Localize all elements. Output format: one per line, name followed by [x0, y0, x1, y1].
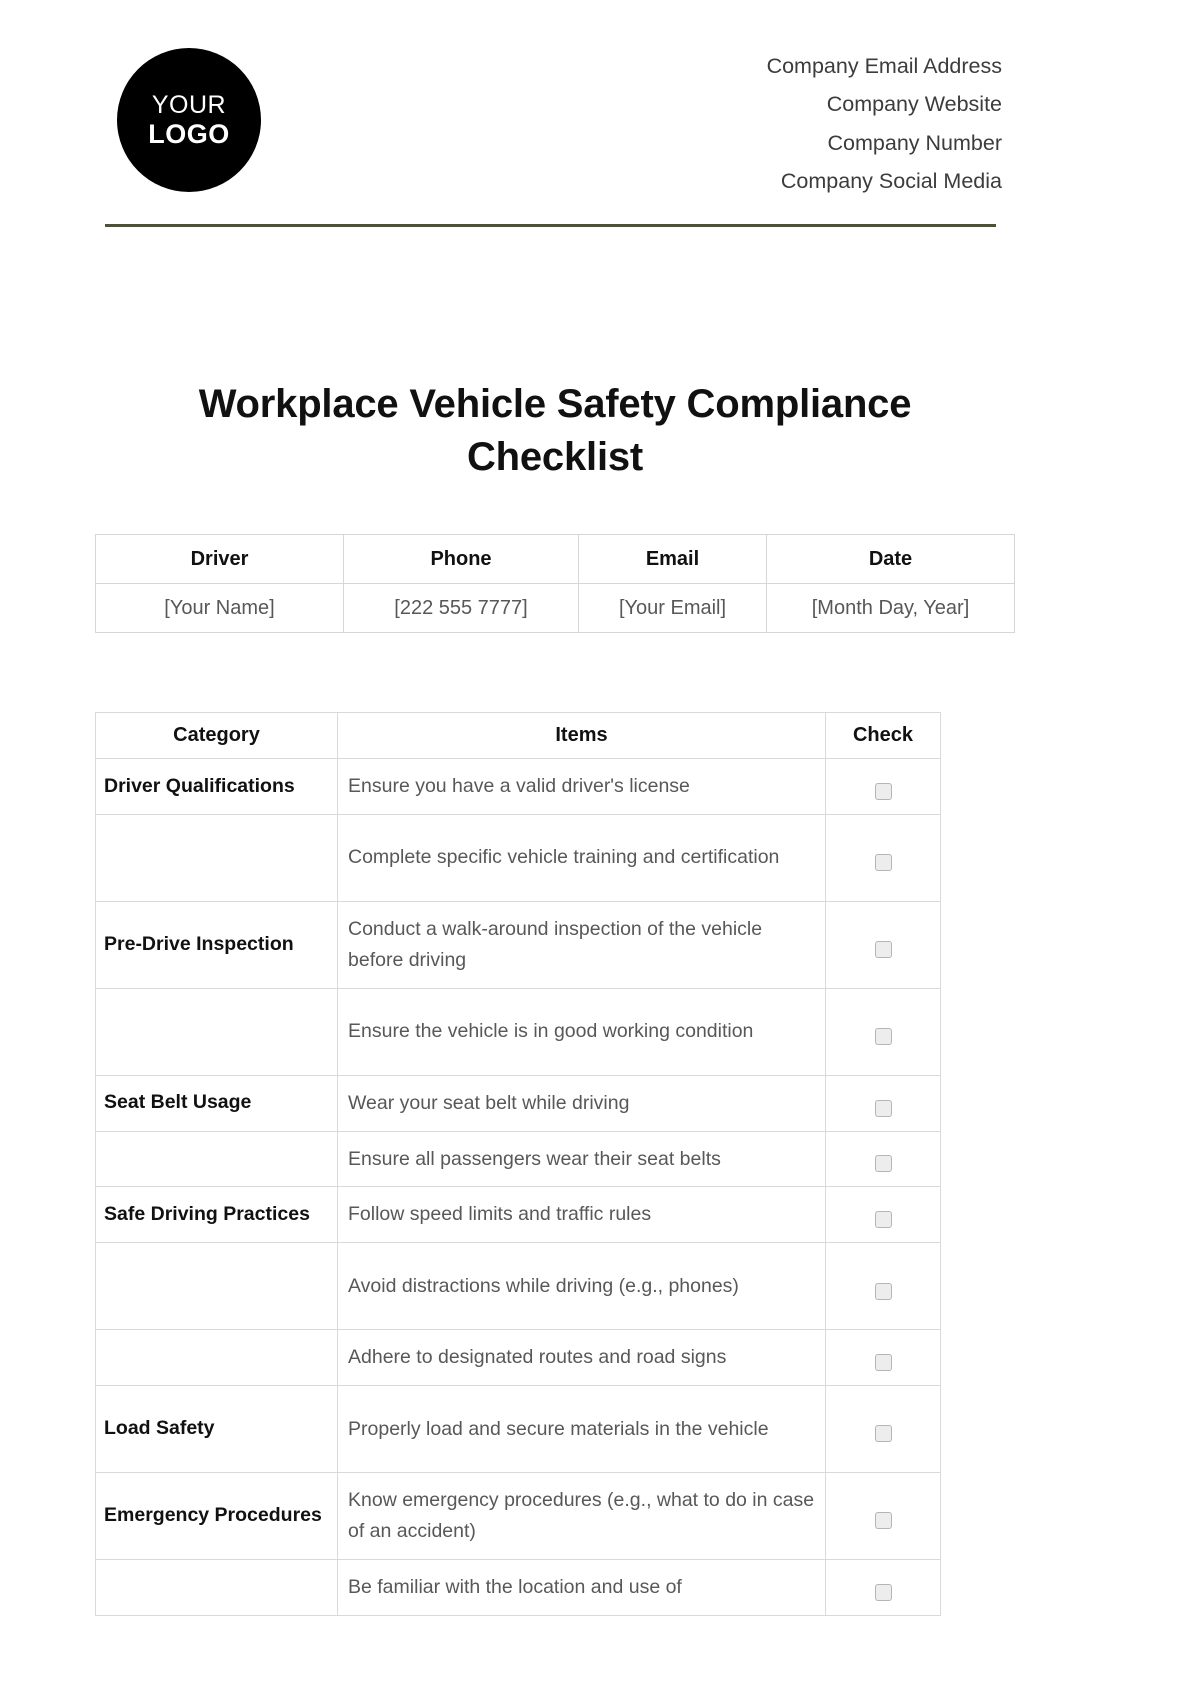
table-row: Seat Belt Usage Wear your seat belt while…	[95, 1074, 941, 1132]
checklist-category-cell: Safe Driving Practices	[95, 1186, 338, 1244]
driver-email-field[interactable]: [Your Email]	[578, 583, 767, 633]
logo-line-logo: LOGO	[148, 118, 230, 149]
checkbox-unchecked-icon[interactable]	[874, 1282, 892, 1300]
checklist-item-cell: Conduct a walk-around inspection of the …	[337, 900, 826, 989]
checklist-check-cell[interactable]	[825, 758, 941, 815]
driver-phone-field[interactable]: [222 555 7777]	[343, 583, 579, 633]
driver-name-field[interactable]: [Your Name]	[95, 583, 344, 633]
checklist-category-cell: Load Safety	[95, 1384, 338, 1473]
checklist-check-cell[interactable]	[825, 1329, 941, 1386]
checklist-check-cell[interactable]	[825, 1074, 941, 1132]
checkbox-unchecked-icon[interactable]	[874, 854, 892, 872]
checklist-item-cell: Know emergency procedures (e.g., what to…	[337, 1471, 826, 1560]
checklist-check-cell[interactable]	[825, 1558, 941, 1616]
checklist-category-cell: Pre-Drive Inspection	[95, 900, 338, 989]
company-contact-block: Company Email Address Company Website Co…	[767, 47, 1002, 200]
checklist-check-cell[interactable]	[825, 813, 941, 902]
checkbox-unchecked-icon[interactable]	[874, 1099, 892, 1117]
compliance-checklist-table: Category Items Check Driver Qualificatio…	[95, 712, 941, 1616]
table-row: Complete specific vehicle training and c…	[95, 813, 941, 902]
info-header-email: Email	[578, 534, 767, 584]
checklist-category-cell: Seat Belt Usage	[95, 1074, 338, 1132]
checkbox-unchecked-icon[interactable]	[874, 1425, 892, 1443]
checklist-header-check: Check	[825, 712, 941, 759]
table-row: Safe Driving Practices Follow speed limit…	[95, 1186, 941, 1244]
company-email-address: Company Email Address	[766, 54, 1002, 78]
checklist-header-row: Category Items Check	[95, 712, 941, 759]
checklist-category-cell	[95, 1130, 338, 1188]
checklist-header-items: Items	[337, 712, 826, 759]
table-row: Adhere to designated routes and road sig…	[95, 1329, 941, 1386]
info-header-phone: Phone	[343, 534, 579, 584]
header-divider	[105, 224, 996, 227]
checklist-category-cell	[95, 987, 338, 1076]
checklist-category-cell	[95, 1242, 338, 1331]
company-social-media: Company Social Media	[780, 168, 1002, 193]
checkbox-unchecked-icon[interactable]	[874, 1583, 892, 1601]
checklist-category-cell: Driver Qualifications	[95, 758, 338, 815]
company-logo: YOUR LOGO	[117, 48, 261, 192]
checklist-check-cell[interactable]	[825, 1130, 941, 1188]
driver-info-table: Driver Phone Email Date [Your Name] [222…	[95, 534, 1015, 633]
checklist-check-cell[interactable]	[825, 1186, 941, 1244]
checklist-check-cell[interactable]	[825, 1242, 941, 1331]
checkbox-unchecked-icon[interactable]	[874, 1155, 892, 1173]
checkbox-unchecked-icon[interactable]	[874, 1028, 892, 1046]
checklist-item-cell: Ensure you have a valid driver's license	[337, 758, 826, 815]
checkbox-unchecked-icon[interactable]	[874, 941, 892, 959]
info-header-date: Date	[766, 534, 1015, 584]
checklist-item-cell: Adhere to designated routes and road sig…	[337, 1329, 826, 1386]
checklist-check-cell[interactable]	[825, 1471, 941, 1560]
checklist-item-cell: Follow speed limits and traffic rules	[337, 1186, 826, 1244]
checklist-item-cell: Wear your seat belt while driving	[337, 1074, 826, 1132]
checklist-check-cell[interactable]	[825, 987, 941, 1076]
table-row: Ensure the vehicle is in good working co…	[95, 987, 941, 1076]
checklist-category-cell	[95, 1558, 338, 1616]
checklist-item-cell: Be familiar with the location and use of	[337, 1558, 826, 1616]
table-row: Load Safety Properly load and secure mate…	[95, 1384, 941, 1473]
checklist-body: Driver Qualifications Ensure you have a v…	[95, 758, 941, 1616]
table-row: Emergency Procedures Know emergency proce…	[95, 1471, 941, 1560]
driver-date-field[interactable]: [Month Day, Year]	[766, 583, 1015, 633]
table-row: Driver Qualifications Ensure you have a v…	[95, 758, 941, 815]
checklist-item-cell: Avoid distractions while driving (e.g., …	[337, 1242, 826, 1331]
checklist-item-cell: Complete specific vehicle training and c…	[337, 813, 826, 902]
table-row: Avoid distractions while driving (e.g., …	[95, 1242, 941, 1331]
info-value-row: [Your Name] [222 555 7777] [Your Email] …	[95, 583, 1015, 633]
table-row: Pre-Drive Inspection Conduct a walk-aroun…	[95, 900, 941, 989]
checkbox-unchecked-icon[interactable]	[874, 1512, 892, 1530]
logo-line-your: YOUR	[151, 90, 227, 119]
info-header-row: Driver Phone Email Date	[95, 534, 1015, 584]
checklist-check-cell[interactable]	[825, 900, 941, 989]
document-page: YOUR LOGO Company Email Address Company …	[0, 0, 1200, 1703]
checklist-category-cell	[95, 1329, 338, 1386]
checklist-item-cell: Ensure all passengers wear their seat be…	[337, 1130, 826, 1188]
checklist-item-cell: Ensure the vehicle is in good working co…	[337, 987, 826, 1076]
checklist-category-cell: Emergency Procedures	[95, 1471, 338, 1560]
table-row: Ensure all passengers wear their seat be…	[95, 1130, 941, 1188]
info-header-driver: Driver	[95, 534, 344, 584]
checklist-item-cell: Properly load and secure materials in th…	[337, 1384, 826, 1473]
checklist-category-cell	[95, 813, 338, 902]
checkbox-unchecked-icon[interactable]	[874, 782, 892, 800]
document-header: YOUR LOGO Company Email Address Company …	[0, 0, 1200, 232]
company-number: Company Number	[827, 130, 1002, 155]
checklist-check-cell[interactable]	[825, 1384, 941, 1473]
page-title: Workplace Vehicle Safety Compliance Chec…	[198, 382, 912, 479]
company-website: Company Website	[826, 92, 1002, 117]
checkbox-unchecked-icon[interactable]	[874, 1211, 892, 1229]
table-row: Be familiar with the location and use of	[95, 1558, 941, 1616]
checklist-header-category: Category	[95, 712, 338, 759]
checkbox-unchecked-icon[interactable]	[874, 1354, 892, 1372]
